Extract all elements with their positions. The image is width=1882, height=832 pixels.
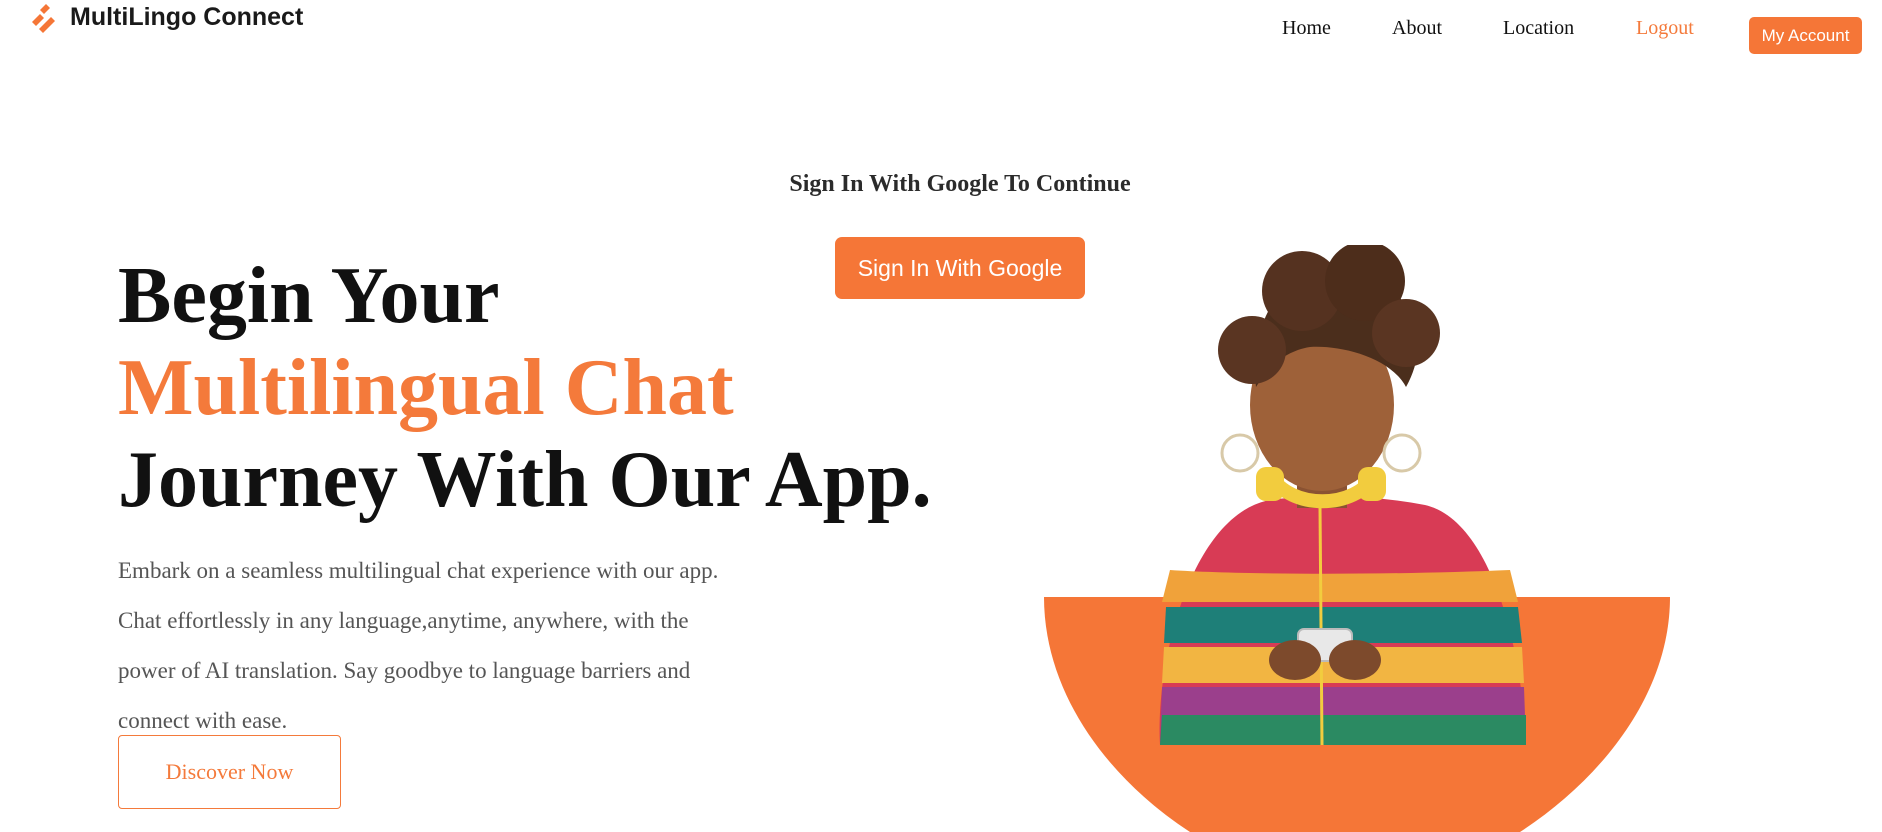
my-account-button[interactable]: My Account: [1749, 17, 1862, 54]
nav-logout[interactable]: Logout: [1636, 17, 1694, 40]
brand-logo[interactable]: MultiLingo Connect: [28, 0, 303, 34]
signin-heading: Sign In With Google To Continue: [789, 171, 1131, 197]
logo-icon: [32, 4, 55, 33]
hero-illustration: [1044, 245, 1670, 832]
woman-with-headphones-using-phone-illustration: [1159, 245, 1526, 746]
discover-now-button[interactable]: Discover Now: [118, 735, 341, 809]
hero-title-line-1: Begin Your: [118, 252, 500, 340]
brand-name: MultiLingo Connect: [70, 2, 304, 31]
hero-title-line-3: Journey With Our App.: [118, 436, 932, 524]
nav-location[interactable]: Location: [1503, 17, 1574, 40]
nav-home[interactable]: Home: [1282, 17, 1331, 40]
hero-title: Begin Your Multilingual Chat Journey Wit…: [118, 250, 932, 526]
hero-description: Embark on a seamless multilingual chat e…: [118, 558, 719, 733]
nav-about[interactable]: About: [1392, 17, 1442, 40]
hero-title-line-2: Multilingual Chat: [118, 344, 734, 432]
